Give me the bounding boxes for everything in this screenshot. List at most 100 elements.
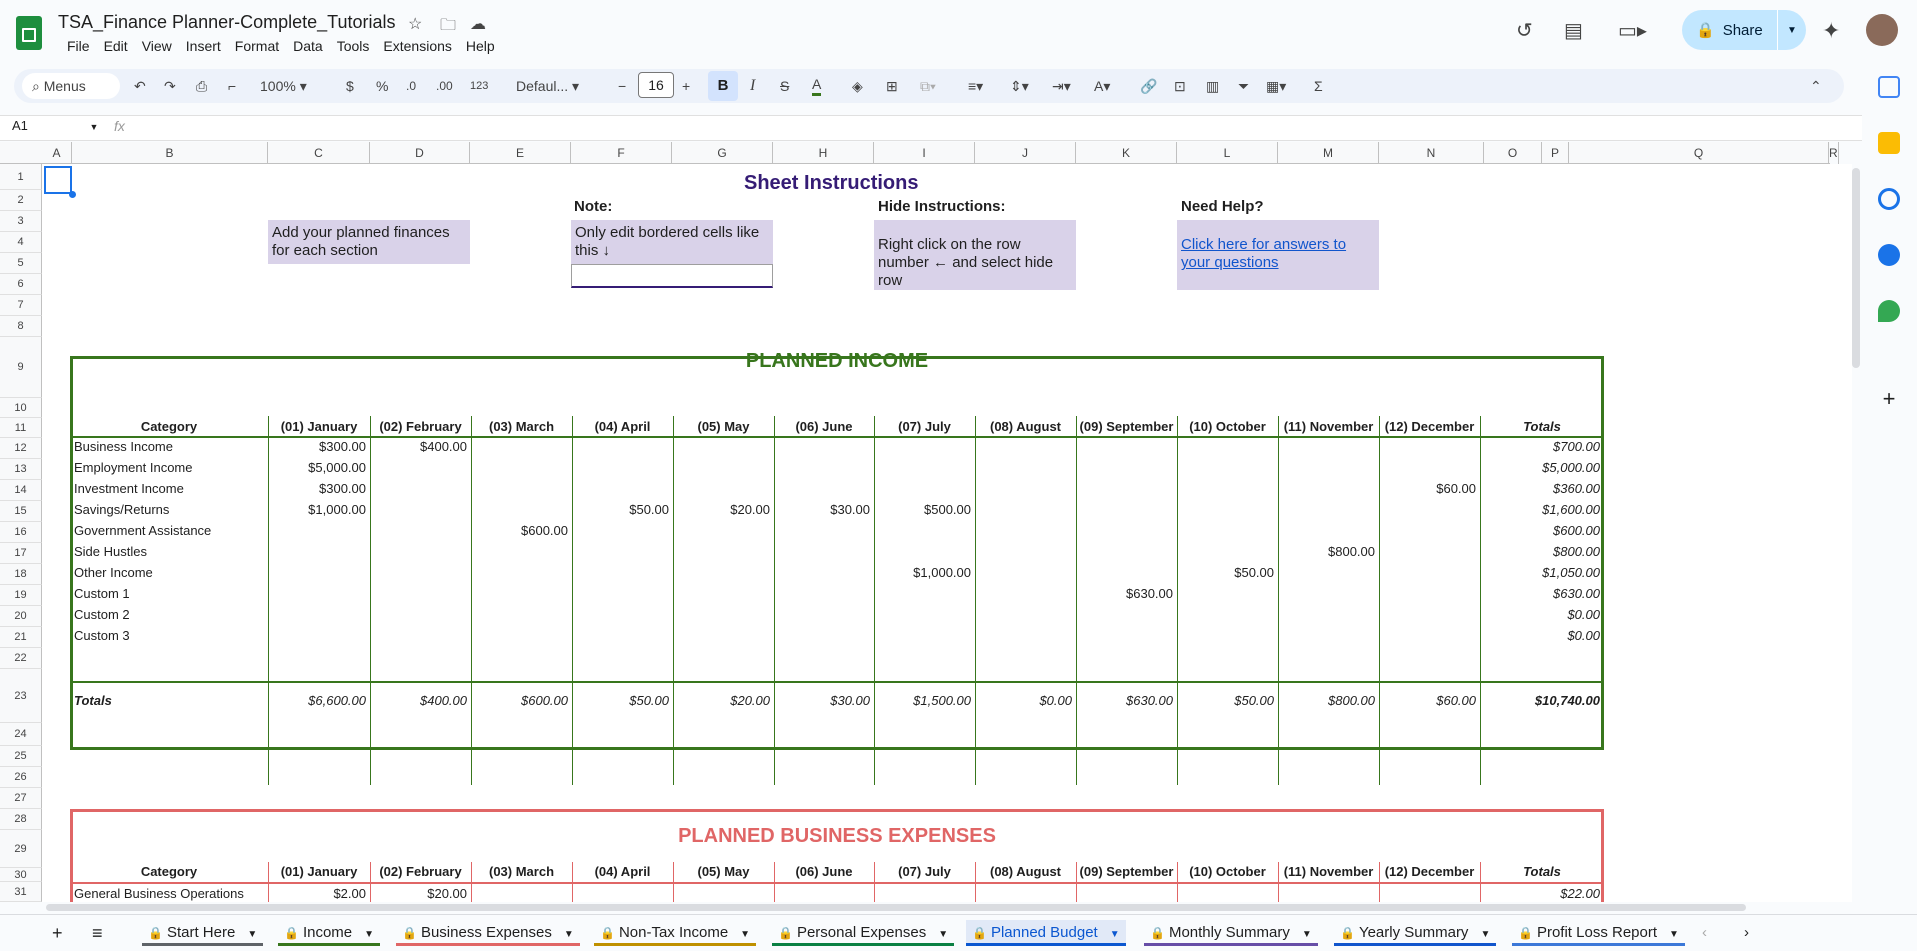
sheet-tab-income[interactable]: 🔒 Income ▼ xyxy=(278,920,381,946)
row-header-24[interactable]: 24 xyxy=(0,723,42,746)
row-header-10[interactable]: 10 xyxy=(0,398,42,418)
italic-button[interactable]: I xyxy=(750,76,755,96)
row-header-9[interactable]: 9 xyxy=(0,337,42,398)
menu-edit[interactable]: Edit xyxy=(97,37,135,55)
income-value-cell[interactable]: $700.00 xyxy=(1484,439,1600,455)
insert-link-icon[interactable]: 🔗 xyxy=(1140,76,1157,96)
fill-handle[interactable] xyxy=(69,191,76,198)
star-icon[interactable]: ☆ xyxy=(408,14,422,34)
horizontal-scrollbar[interactable] xyxy=(46,904,1746,911)
font-select[interactable]: Defaul... ▾ xyxy=(516,76,579,96)
selected-cell[interactable] xyxy=(44,166,72,194)
insert-chart-icon[interactable]: ▥ xyxy=(1206,76,1219,96)
tab-menu-icon[interactable]: ▼ xyxy=(1480,929,1490,940)
row-header-21[interactable]: 21 xyxy=(0,627,42,648)
income-value-cell[interactable]: $1,600.00 xyxy=(1484,502,1600,518)
business-value-cell[interactable]: $22.00 xyxy=(1484,886,1600,902)
decrease-font-size-button[interactable]: − xyxy=(618,76,626,96)
column-header-j[interactable]: J xyxy=(975,142,1076,164)
increase-font-size-button[interactable]: + xyxy=(682,76,690,96)
column-header-c[interactable]: C xyxy=(268,142,370,164)
sheet-tab-business-expenses[interactable]: 🔒 Business Expenses ▼ xyxy=(396,920,580,946)
income-value-cell[interactable]: $1,000.00 xyxy=(878,565,971,581)
income-value-cell[interactable]: $800.00 xyxy=(1484,544,1600,560)
filter-views-icon[interactable]: ▦▾ xyxy=(1266,76,1286,96)
functions-icon[interactable]: Σ xyxy=(1314,76,1323,96)
zoom-select[interactable]: 100% ▾ xyxy=(260,76,307,96)
tab-menu-icon[interactable]: ▼ xyxy=(364,929,374,940)
tab-menu-icon[interactable]: ▼ xyxy=(1110,929,1120,940)
decrease-decimal-button[interactable]: .0 xyxy=(406,76,416,96)
sheet-grid[interactable]: Sheet Instructions Note: Hide Instructio… xyxy=(42,164,1852,902)
text-color-button[interactable]: A xyxy=(812,76,822,96)
row-header-8[interactable]: 8 xyxy=(0,316,42,337)
text-wrapping-icon[interactable]: ⇥▾ xyxy=(1052,76,1071,96)
column-header-k[interactable]: K xyxy=(1076,142,1177,164)
column-header-m[interactable]: M xyxy=(1278,142,1379,164)
paint-format-icon[interactable]: ⌐ xyxy=(228,76,236,96)
currency-button[interactable]: $ xyxy=(346,76,354,96)
income-value-cell[interactable]: $500.00 xyxy=(878,502,971,518)
row-header-3[interactable]: 3 xyxy=(0,211,42,232)
row-header-5[interactable]: 5 xyxy=(0,253,42,274)
row-header-16[interactable]: 16 xyxy=(0,522,42,543)
row-header-18[interactable]: 18 xyxy=(0,564,42,585)
borders-icon[interactable]: ⊞ xyxy=(886,76,898,96)
income-value-cell[interactable]: $50.00 xyxy=(576,502,669,518)
document-title[interactable]: TSA_Finance Planner-Complete_Tutorials xyxy=(58,12,396,33)
merge-cells-icon[interactable]: ⧉▾ xyxy=(920,76,936,96)
version-history-icon[interactable]: ↺ xyxy=(1516,18,1533,43)
scroll-tabs-right-icon[interactable]: › xyxy=(1744,920,1749,946)
font-size-input[interactable]: 16 xyxy=(638,72,674,98)
percent-button[interactable]: % xyxy=(376,76,388,96)
strikethrough-button[interactable]: S xyxy=(780,76,789,96)
share-dropdown-icon[interactable]: ▼ xyxy=(1778,25,1806,36)
keep-icon[interactable] xyxy=(1878,132,1900,154)
get-addons-icon[interactable]: + xyxy=(1878,388,1900,410)
maps-icon[interactable] xyxy=(1878,300,1900,322)
add-sheet-button[interactable]: + xyxy=(52,920,63,946)
column-header-n[interactable]: N xyxy=(1379,142,1484,164)
income-value-cell[interactable]: $300.00 xyxy=(272,481,366,497)
contacts-icon[interactable] xyxy=(1878,244,1900,266)
tasks-icon[interactable] xyxy=(1878,188,1900,210)
tab-menu-icon[interactable]: ▼ xyxy=(247,929,257,940)
menu-format[interactable]: Format xyxy=(228,37,286,55)
collapse-toolbar-icon[interactable]: ⌃ xyxy=(1810,76,1822,96)
menu-tools[interactable]: Tools xyxy=(330,37,377,55)
sheet-tab-planned-budget[interactable]: 🔒 Planned Budget ▼ xyxy=(966,920,1126,946)
income-value-cell[interactable]: $400.00 xyxy=(374,439,467,455)
cloud-status-icon[interactable]: ☁ xyxy=(470,14,486,34)
income-value-cell[interactable]: $1,050.00 xyxy=(1484,565,1600,581)
print-icon[interactable]: ⎙ xyxy=(196,76,207,96)
column-header-b[interactable]: B xyxy=(72,142,268,164)
row-header-17[interactable]: 17 xyxy=(0,543,42,564)
menu-view[interactable]: View xyxy=(135,37,179,55)
increase-decimal-button[interactable]: .00 xyxy=(436,76,453,96)
filter-icon[interactable]: ⏷ xyxy=(1238,76,1249,96)
income-value-cell[interactable]: $5,000.00 xyxy=(272,460,366,476)
column-header-q[interactable]: Q xyxy=(1569,142,1829,164)
row-header-20[interactable]: 20 xyxy=(0,606,42,627)
text-rotation-icon[interactable]: A▾ xyxy=(1094,76,1110,96)
row-header-7[interactable]: 7 xyxy=(0,295,42,316)
formula-bar[interactable] xyxy=(0,115,1862,141)
income-value-cell[interactable]: $630.00 xyxy=(1080,586,1173,602)
row-header-6[interactable]: 6 xyxy=(0,274,42,295)
column-header-o[interactable]: O xyxy=(1484,142,1542,164)
share-button[interactable]: 🔒 Share ▼ xyxy=(1682,10,1806,50)
row-header-13[interactable]: 13 xyxy=(0,459,42,480)
row-header-14[interactable]: 14 xyxy=(0,480,42,501)
calendar-icon[interactable] xyxy=(1878,76,1900,98)
sheet-tab-non-tax-income[interactable]: 🔒 Non-Tax Income ▼ xyxy=(594,920,757,946)
row-header-30[interactable]: 30 xyxy=(0,868,42,882)
row-header-22[interactable]: 22 xyxy=(0,648,42,669)
bordered-example-cell[interactable] xyxy=(571,264,773,288)
meet-icon[interactable]: ▭▸ xyxy=(1618,18,1647,43)
sheet-tab-monthly-summary[interactable]: 🔒 Monthly Summary ▼ xyxy=(1144,920,1318,946)
vertical-scrollbar[interactable] xyxy=(1852,168,1860,368)
help-link[interactable]: Click here for answers to your questions xyxy=(1177,220,1379,290)
income-value-cell[interactable]: $600.00 xyxy=(475,523,568,539)
tab-menu-icon[interactable]: ▼ xyxy=(938,929,948,940)
business-value-cell[interactable]: $20.00 xyxy=(374,886,467,902)
